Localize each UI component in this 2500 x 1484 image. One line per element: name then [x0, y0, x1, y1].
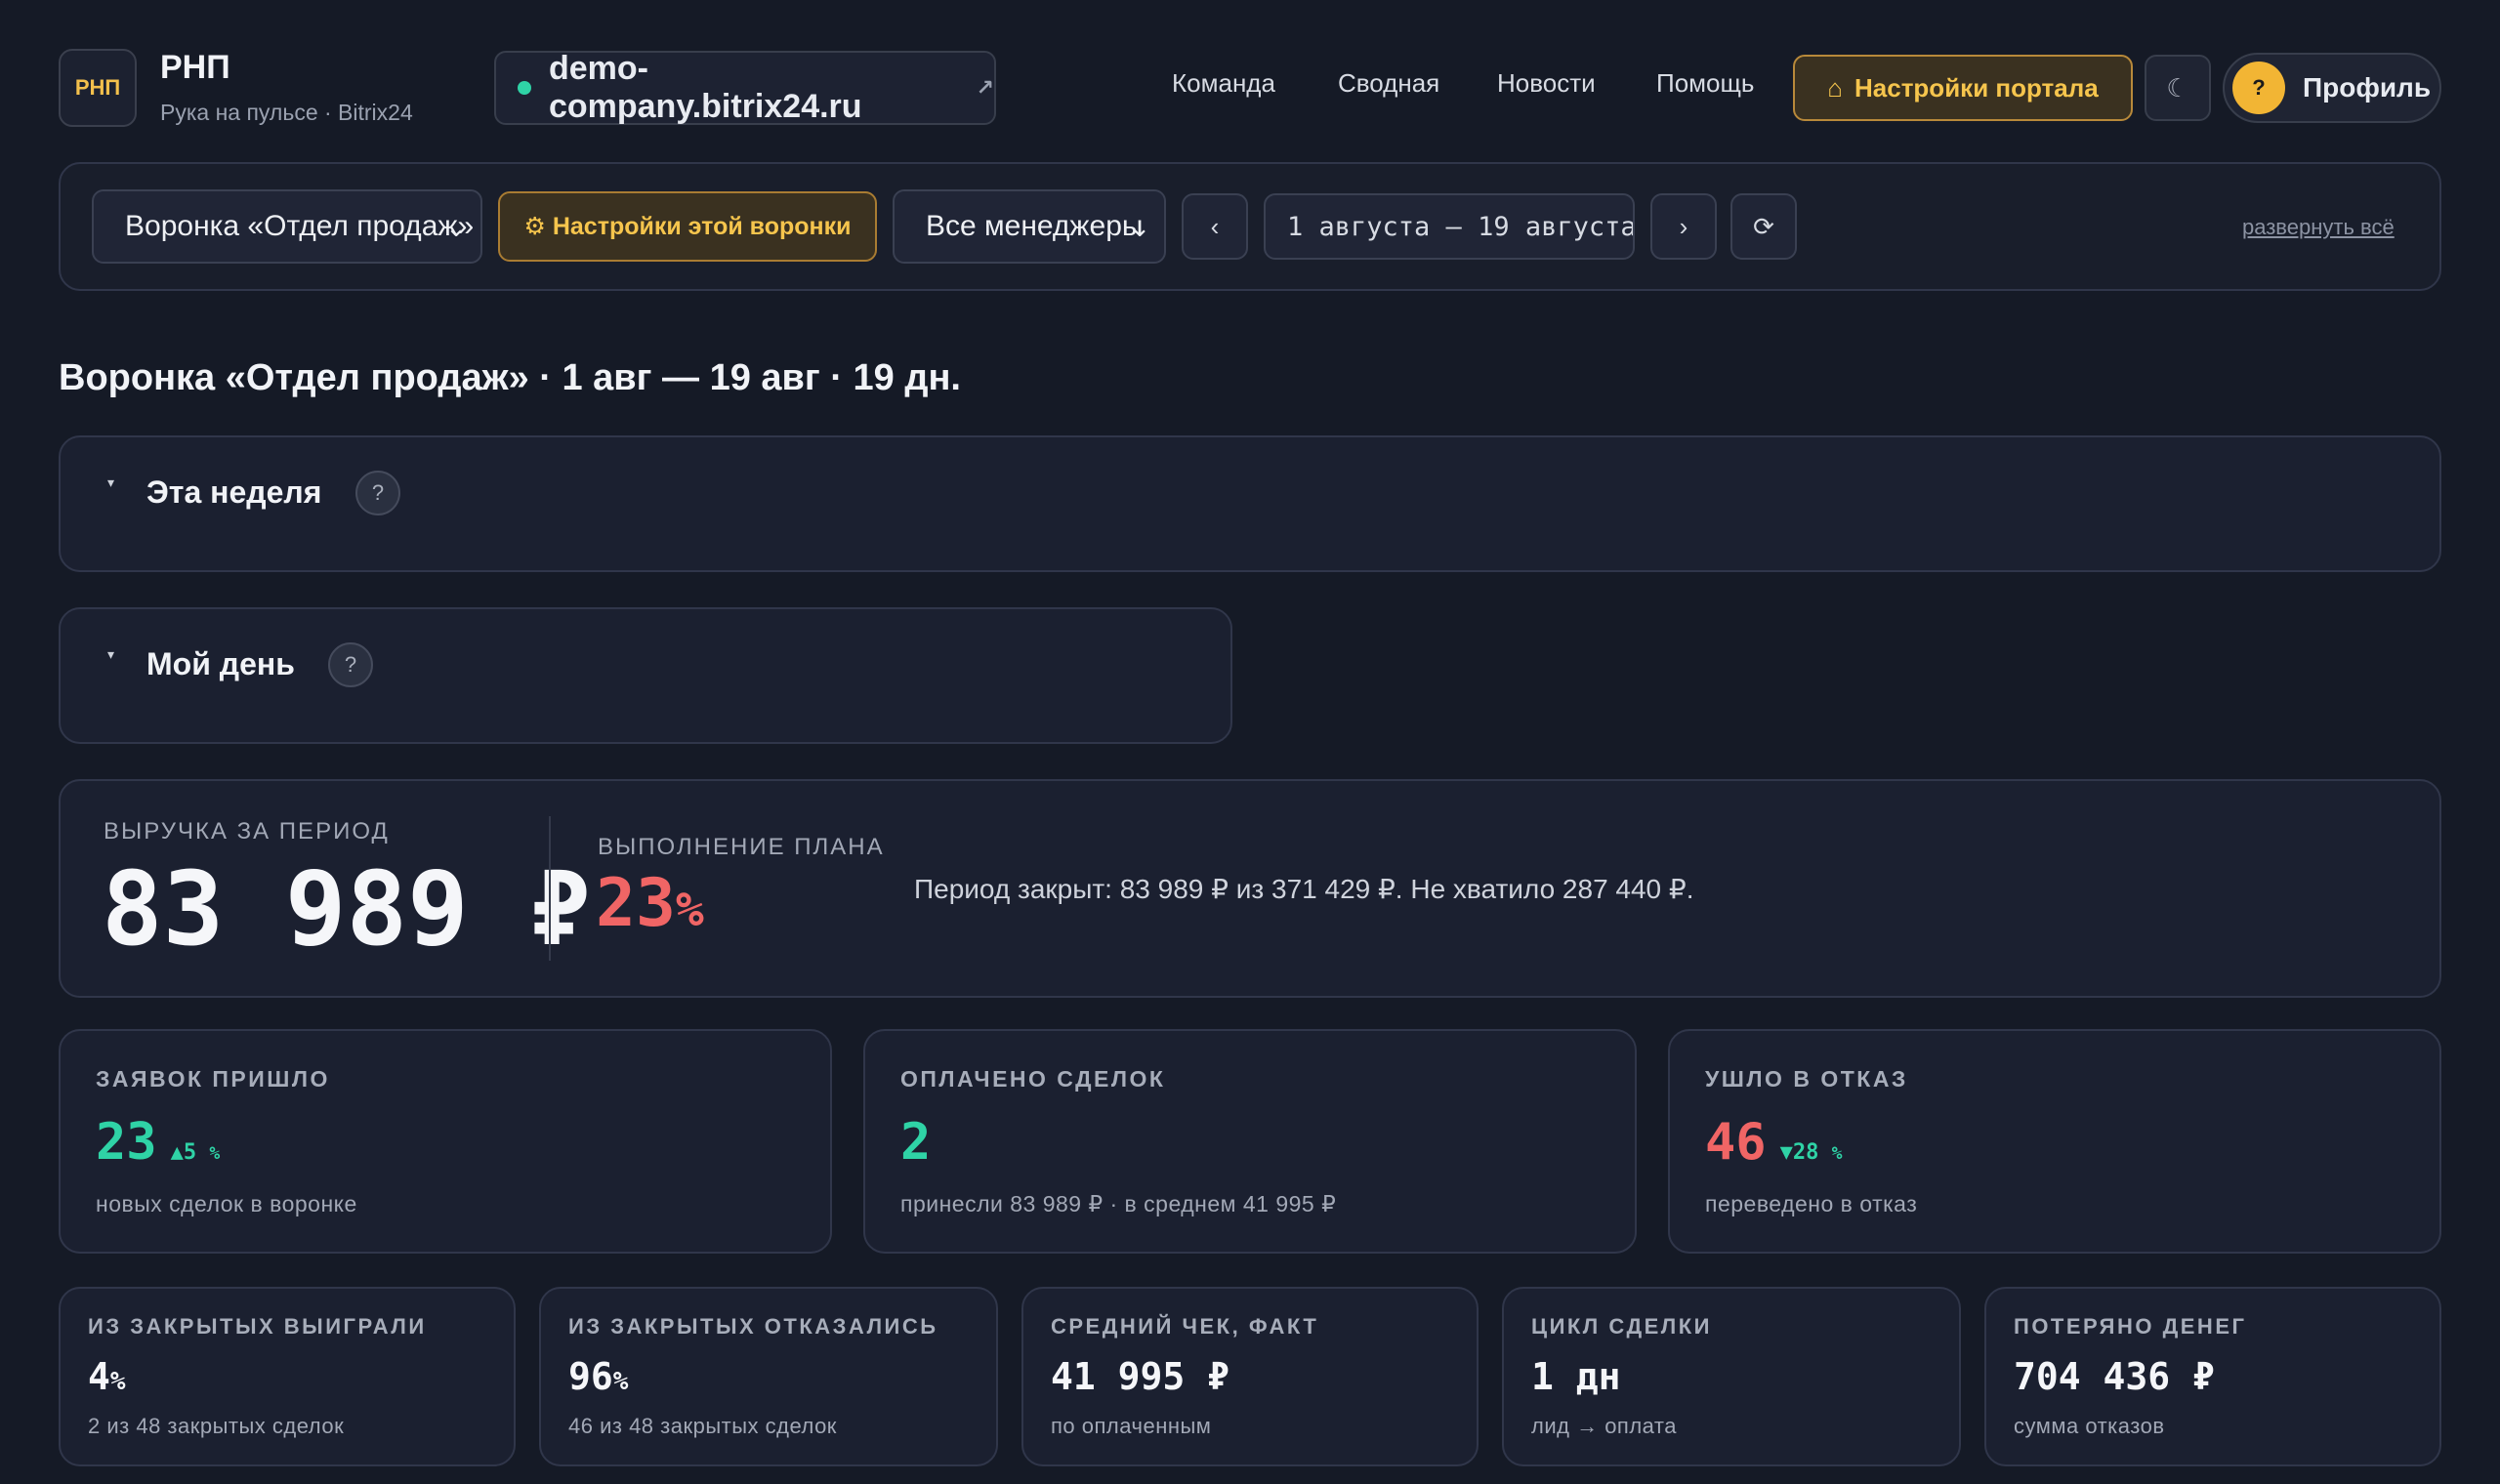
mini-number: 41 995 ₽	[1051, 1355, 1230, 1398]
mini-number: 1 дн	[1531, 1355, 1621, 1398]
period-summary: Период закрыт: 83 989 ₽ из 371 429 ₽. Не…	[914, 874, 1694, 904]
divider	[549, 816, 551, 961]
help-icon[interactable]: ?	[355, 471, 400, 515]
card-value-row: 46 ▼28 %	[1705, 1113, 1842, 1172]
page-title: Воронка «Отдел продаж» · 1 авг — 19 авг …	[59, 357, 961, 398]
card-delta: ▲5 %	[171, 1140, 221, 1165]
mini-number: 704 436 ₽	[2014, 1355, 2215, 1398]
help-icon[interactable]: ?	[328, 642, 373, 687]
mini-sub: 46 из 48 закрытых сделок	[568, 1414, 837, 1438]
card-sub: принесли 83 989 ₽ · в среднем 41 995 ₽	[900, 1191, 1337, 1216]
refresh-button[interactable]: ⟳	[1730, 193, 1797, 260]
nav-help[interactable]: Помощь	[1656, 68, 1754, 99]
mini-label: ИЗ ЗАКРЫТЫХ ОТКАЗАЛИСЬ	[568, 1314, 938, 1339]
caret-down-icon[interactable]: ▾	[107, 474, 114, 491]
mini-label: ЦИКЛ СДЕЛКИ	[1531, 1314, 1712, 1339]
mini-number: 96	[568, 1355, 613, 1398]
funnel-select[interactable]: Воронка «Отдел продаж» ⌄	[92, 189, 482, 264]
mini-value: 1 дн	[1531, 1355, 1621, 1398]
stat-card-leads: ЗАЯВОК ПРИШЛО 23 ▲5 % новых сделок в вор…	[59, 1029, 832, 1254]
mini-sub: 2 из 48 закрытых сделок	[88, 1414, 345, 1438]
card-value: 23	[96, 1113, 157, 1172]
mini-unit: %	[109, 1367, 126, 1396]
mini-unit: %	[612, 1367, 629, 1396]
caret-down-icon[interactable]: ▾	[107, 646, 114, 663]
mini-sub: сумма отказов	[2014, 1414, 2165, 1438]
mini-card-lost: ИЗ ЗАКРЫТЫХ ОТКАЗАЛИСЬ 96% 46 из 48 закр…	[539, 1287, 998, 1466]
card-value-row: 2	[900, 1113, 931, 1172]
manager-select-value: Все менеджеры	[926, 210, 1144, 242]
week-panel[interactable]	[59, 435, 2441, 572]
profile-button[interactable]: ? Профиль	[2223, 53, 2441, 123]
profile-label: Профиль	[2303, 72, 2432, 103]
card-sub: новых сделок в воронке	[96, 1191, 357, 1216]
chevron-down-icon: ⌄	[445, 213, 467, 242]
portal-domain: demo-company.bitrix24.ru	[548, 50, 862, 125]
mini-label: СРЕДНИЙ ЧЕК, ФАКТ	[1051, 1314, 1319, 1339]
delta-unit: %	[1831, 1143, 1843, 1164]
revenue-value: 83 989 ₽	[102, 849, 591, 969]
status-dot-icon	[518, 81, 531, 95]
plan-number: 23	[596, 865, 676, 942]
nav-team[interactable]: Команда	[1172, 68, 1275, 99]
plan-unit: %	[675, 883, 704, 937]
day-panel-title[interactable]: Мой день	[146, 646, 295, 682]
mini-card-avg-check: СРЕДНИЙ ЧЕК, ФАКТ 41 995 ₽ по оплаченным	[1021, 1287, 1479, 1466]
nav-summary[interactable]: Сводная	[1338, 68, 1439, 99]
portal-link[interactable]: demo-company.bitrix24.ru ↗	[494, 50, 996, 125]
mini-value: 41 995 ₽	[1051, 1355, 1229, 1398]
delta-value: ▼28	[1779, 1140, 1819, 1165]
building-icon: ⌂	[1827, 72, 1843, 103]
card-sub: переведено в отказ	[1705, 1191, 1918, 1216]
stat-card-rejected: УШЛО В ОТКАЗ 46 ▼28 % переведено в отказ	[1668, 1029, 2441, 1254]
revenue-label: ВЫРУЧКА ЗА ПЕРИОД	[104, 818, 390, 845]
next-period-button[interactable]: ›	[1650, 193, 1717, 260]
manager-select[interactable]: Все менеджеры ⌄	[893, 189, 1166, 264]
delta-unit: %	[209, 1143, 221, 1164]
mini-sub: лид → оплата	[1531, 1414, 1677, 1438]
funnel-settings-button[interactable]: ⚙ Настройки этой воронки	[498, 191, 877, 262]
external-link-icon: ↗	[976, 75, 994, 100]
stat-card-paid: ОПЛАЧЕНО СДЕЛОК 2 принесли 83 989 ₽ · в …	[863, 1029, 1637, 1254]
mini-card-cycle: ЦИКЛ СДЕЛКИ 1 дн лид → оплата	[1502, 1287, 1961, 1466]
card-value-row: 23 ▲5 %	[96, 1113, 220, 1172]
plan-label: ВЫПОЛНЕНИЕ ПЛАНА	[598, 834, 885, 860]
delta-value: ▲5	[170, 1140, 197, 1165]
mini-value: 96%	[568, 1355, 628, 1398]
plan-value: 23%	[596, 865, 704, 942]
nav-news[interactable]: Новости	[1497, 68, 1596, 99]
mini-label: ПОТЕРЯНО ДЕНЕГ	[2014, 1314, 2247, 1339]
moon-icon: ☾	[2166, 72, 2189, 103]
mini-card-won: ИЗ ЗАКРЫТЫХ ВЫИГРАЛИ 4% 2 из 48 закрытых…	[59, 1287, 516, 1466]
card-label: УШЛО В ОТКАЗ	[1705, 1066, 1908, 1092]
funnel-select-value: Воронка «Отдел продаж»	[125, 210, 475, 242]
mini-sub: по оплаченным	[1051, 1414, 1212, 1438]
date-range-field[interactable]: 1 августа — 19 августа	[1264, 193, 1635, 260]
week-panel-title[interactable]: Эта неделя	[146, 474, 321, 511]
card-label: ОПЛАЧЕНО СДЕЛОК	[900, 1066, 1166, 1092]
chevron-down-icon: ⌄	[1129, 213, 1150, 242]
mini-label: ИЗ ЗАКРЫТЫХ ВЫИГРАЛИ	[88, 1314, 427, 1339]
avatar: ?	[2232, 62, 2285, 114]
prev-period-button[interactable]: ‹	[1182, 193, 1248, 260]
mini-number: 4	[88, 1355, 110, 1398]
app-title: РНП	[160, 49, 230, 86]
app-subtitle: Рука на пульсе · Bitrix24	[160, 100, 413, 125]
card-value: 2	[900, 1113, 932, 1172]
card-value: 46	[1705, 1113, 1767, 1172]
expand-all-link[interactable]: развернуть всё	[2242, 215, 2395, 240]
mini-value: 4%	[88, 1355, 126, 1398]
card-delta: ▼28 %	[1780, 1140, 1843, 1165]
mini-card-lost-money: ПОТЕРЯНО ДЕНЕГ 704 436 ₽ сумма отказов	[1984, 1287, 2441, 1466]
mini-value: 704 436 ₽	[2014, 1355, 2215, 1398]
portal-settings-label: Настройки портала	[1854, 72, 2099, 103]
portal-settings-button[interactable]: ⌂ Настройки портала	[1793, 55, 2133, 121]
card-label: ЗАЯВОК ПРИШЛО	[96, 1066, 330, 1092]
app-logo[interactable]: РНП	[59, 49, 137, 127]
theme-toggle-button[interactable]: ☾	[2145, 55, 2211, 121]
